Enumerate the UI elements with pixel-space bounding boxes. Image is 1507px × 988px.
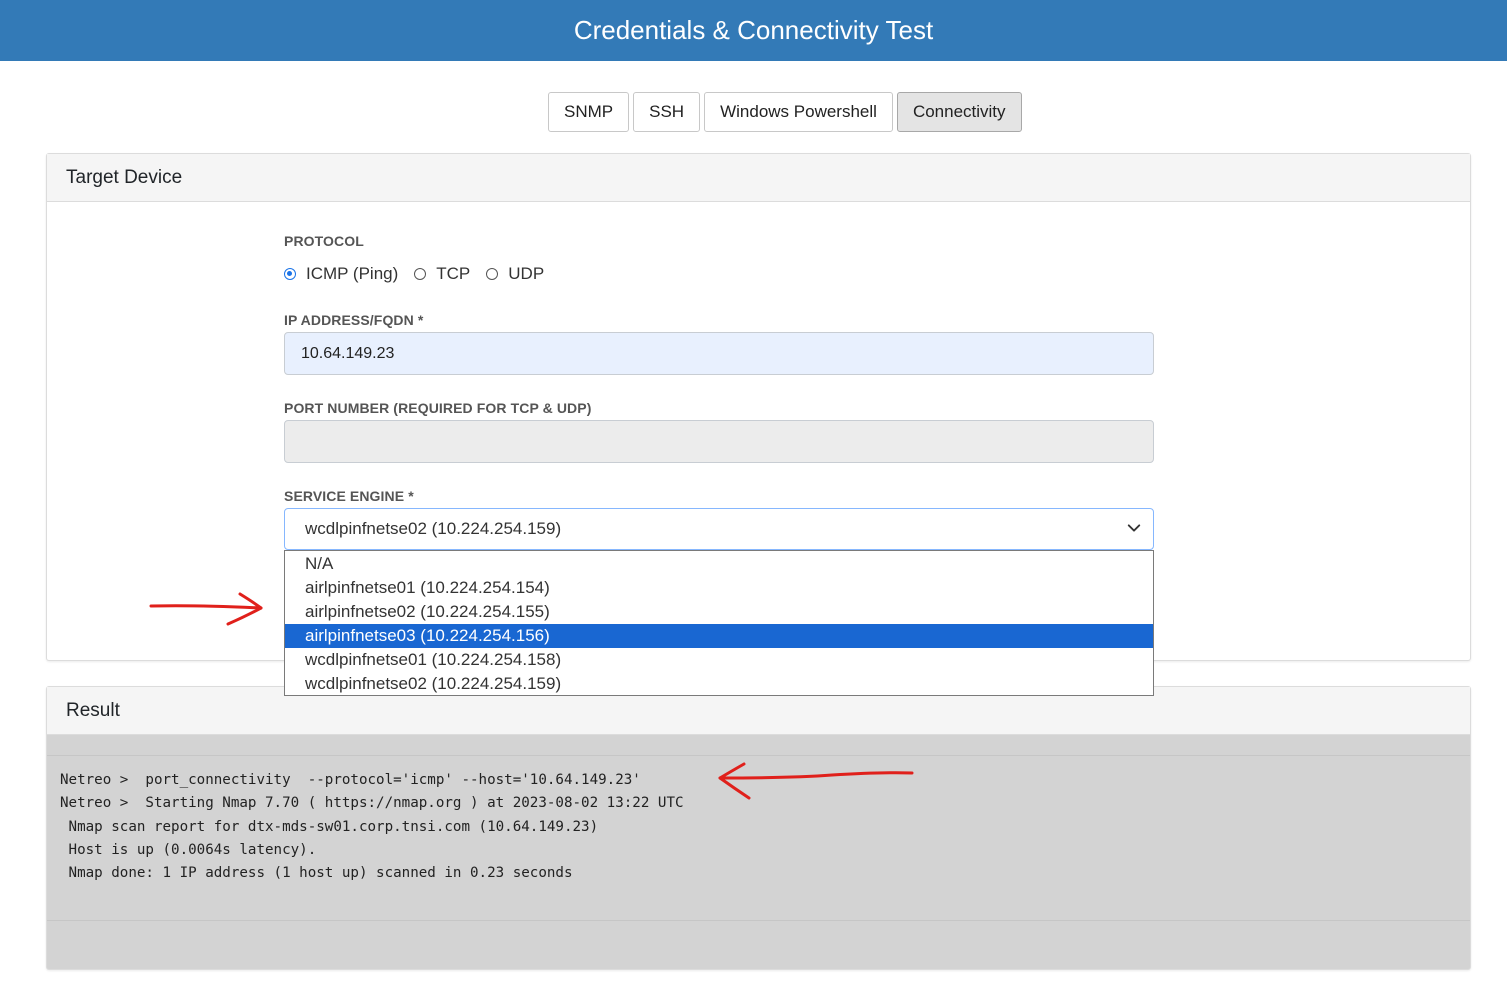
annotation-arrow-right-icon xyxy=(149,592,263,626)
dropdown-option[interactable]: N/A xyxy=(285,552,1153,576)
dropdown-option[interactable]: wcdlpinfnetse02 (10.224.254.159) xyxy=(285,672,1153,696)
radio-indicator[interactable] xyxy=(414,268,427,280)
dropdown-option[interactable]: wcdlpinfnetse01 (10.224.254.158) xyxy=(285,648,1153,672)
target-device-header: Target Device xyxy=(47,154,1470,202)
radio-indicator[interactable] xyxy=(486,268,499,280)
required-mark: * xyxy=(417,312,424,328)
port-number-input[interactable] xyxy=(284,420,1154,463)
radio-udp[interactable]: UDP xyxy=(486,264,544,284)
tab-windows-powershell[interactable]: Windows Powershell xyxy=(704,92,893,132)
port-number-label: PORT NUMBER (REQUIRED FOR TCP & UDP) xyxy=(284,400,591,416)
tab-label: SNMP xyxy=(564,102,614,121)
tab-connectivity[interactable]: Connectivity xyxy=(896,92,1022,132)
chevron-down-icon xyxy=(1127,524,1141,532)
test-type-tabs: SNMP SSH Windows Powershell Connectivity xyxy=(548,92,1022,132)
radio-tcp[interactable]: TCP xyxy=(414,264,470,284)
required-mark: * xyxy=(408,488,414,504)
protocol-label-text: PROTOCOL xyxy=(284,233,364,249)
panel-title: Result xyxy=(66,699,120,721)
service-engine-label: SERVICE ENGINE * xyxy=(284,488,414,504)
service-engine-select[interactable]: wcdlpinfnetse02 (10.224.254.159) xyxy=(284,508,1154,550)
ip-address-input[interactable]: 10.64.149.23 xyxy=(284,332,1154,375)
tab-ssh[interactable]: SSH xyxy=(633,92,701,132)
console-output: Netreo > port_connectivity --protocol='i… xyxy=(60,769,684,885)
radio-checked-indicator[interactable] xyxy=(284,268,296,280)
dropdown-option[interactable]: airlpinfnetse01 (10.224.254.154) xyxy=(285,576,1153,600)
service-engine-selected: wcdlpinfnetse02 (10.224.254.159) xyxy=(305,519,562,538)
page-title: Credentials & Connectivity Test xyxy=(573,15,934,45)
option-label: airlpinfnetse03 (10.224.254.156) xyxy=(305,626,550,645)
ip-address-label: IP ADDRESS/FQDN * xyxy=(284,312,423,328)
page-header: Credentials & Connectivity Test xyxy=(0,0,1507,61)
tab-label: Connectivity xyxy=(912,102,1006,121)
result-panel: Result Netreo > port_connectivity --prot… xyxy=(46,686,1471,970)
protocol-label: PROTOCOL xyxy=(284,233,364,249)
option-label: wcdlpinfnetse02 (10.224.254.159) xyxy=(305,674,562,693)
dropdown-option-highlighted[interactable]: airlpinfnetse03 (10.224.254.156) xyxy=(285,624,1153,648)
ip-label-text: IP ADDRESS/FQDN xyxy=(284,312,414,328)
engine-label-text: SERVICE ENGINE xyxy=(284,488,405,504)
annotation-arrow-left-icon xyxy=(718,762,914,800)
option-label: airlpinfnetse02 (10.224.254.155) xyxy=(305,602,550,621)
option-label: N/A xyxy=(305,554,334,573)
console-line: Nmap done: 1 IP address (1 host up) scan… xyxy=(60,865,573,882)
option-label: airlpinfnetse01 (10.224.254.154) xyxy=(305,578,550,597)
option-label: wcdlpinfnetse01 (10.224.254.158) xyxy=(305,650,562,669)
console-line: Netreo > port_connectivity --protocol='i… xyxy=(60,772,641,788)
radio-label: ICMP (Ping) xyxy=(306,264,399,283)
console-line: Host is up (0.0064s latency). xyxy=(60,841,317,858)
tab-label: Windows Powershell xyxy=(720,102,877,121)
ip-address-value: 10.64.149.23 xyxy=(301,344,395,362)
panel-title: Target Device xyxy=(66,166,183,188)
dropdown-option[interactable]: airlpinfnetse02 (10.224.254.155) xyxy=(285,600,1153,624)
radio-icmp[interactable]: ICMP (Ping) xyxy=(284,264,398,284)
radio-label: UDP xyxy=(508,264,545,283)
port-label-text: PORT NUMBER (REQUIRED FOR TCP & UDP) xyxy=(284,400,592,416)
console-line: Nmap scan report for dtx-mds-sw01.corp.t… xyxy=(60,818,599,835)
console-line: Netreo > Starting Nmap 7.70 ( https://nm… xyxy=(60,795,684,812)
service-engine-dropdown: N/A airlpinfnetse01 (10.224.254.154) air… xyxy=(284,550,1154,696)
tab-snmp[interactable]: SNMP xyxy=(548,92,630,132)
protocol-radio-group: ICMP (Ping) TCP UDP xyxy=(284,264,560,284)
radio-label: TCP xyxy=(436,264,471,283)
tab-label: SSH xyxy=(649,102,685,121)
